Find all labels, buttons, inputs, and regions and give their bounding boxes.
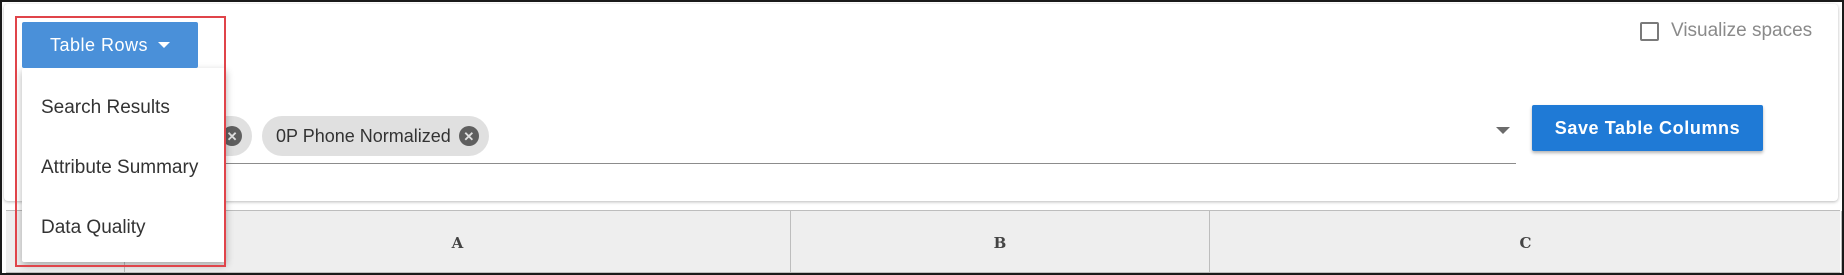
chip-label: 0P Phone Normalized [276, 125, 451, 146]
dropdown-arrow-icon[interactable] [1496, 127, 1510, 134]
table-rows-dropdown-button[interactable]: Table Rows [22, 22, 198, 68]
table-divider [6, 272, 1840, 273]
column-header-b[interactable]: B [790, 211, 1209, 273]
chip: 0P Phone Normalized ✕ [262, 116, 489, 156]
data-table-header: A B C [6, 210, 1842, 273]
visualize-spaces-toggle[interactable]: Visualize spaces [1640, 17, 1812, 45]
column-header-c[interactable]: C [1209, 211, 1842, 273]
visualize-spaces-label: Visualize spaces [1671, 20, 1813, 41]
caret-down-icon [158, 42, 171, 48]
save-table-columns-button[interactable]: Save Table Columns [1532, 105, 1763, 151]
columns-select-underline [122, 163, 1516, 164]
visualize-spaces-checkbox[interactable] [1640, 21, 1659, 41]
table-rows-menu: Search Results Attribute Summary Data Qu… [22, 68, 226, 262]
app-frame: Visualize spaces ne ✕ 0P Phone Normalize… [0, 0, 1844, 275]
menu-item-attribute-summary[interactable]: Attribute Summary [41, 157, 198, 179]
chip-remove-icon[interactable]: ✕ [458, 126, 479, 146]
table-rows-label: Table Rows [49, 34, 149, 55]
settings-card: Visualize spaces ne ✕ 0P Phone Normalize… [4, 4, 1838, 201]
menu-item-search-results[interactable]: Search Results [41, 97, 170, 119]
menu-item-data-quality[interactable]: Data Quality [41, 217, 146, 239]
